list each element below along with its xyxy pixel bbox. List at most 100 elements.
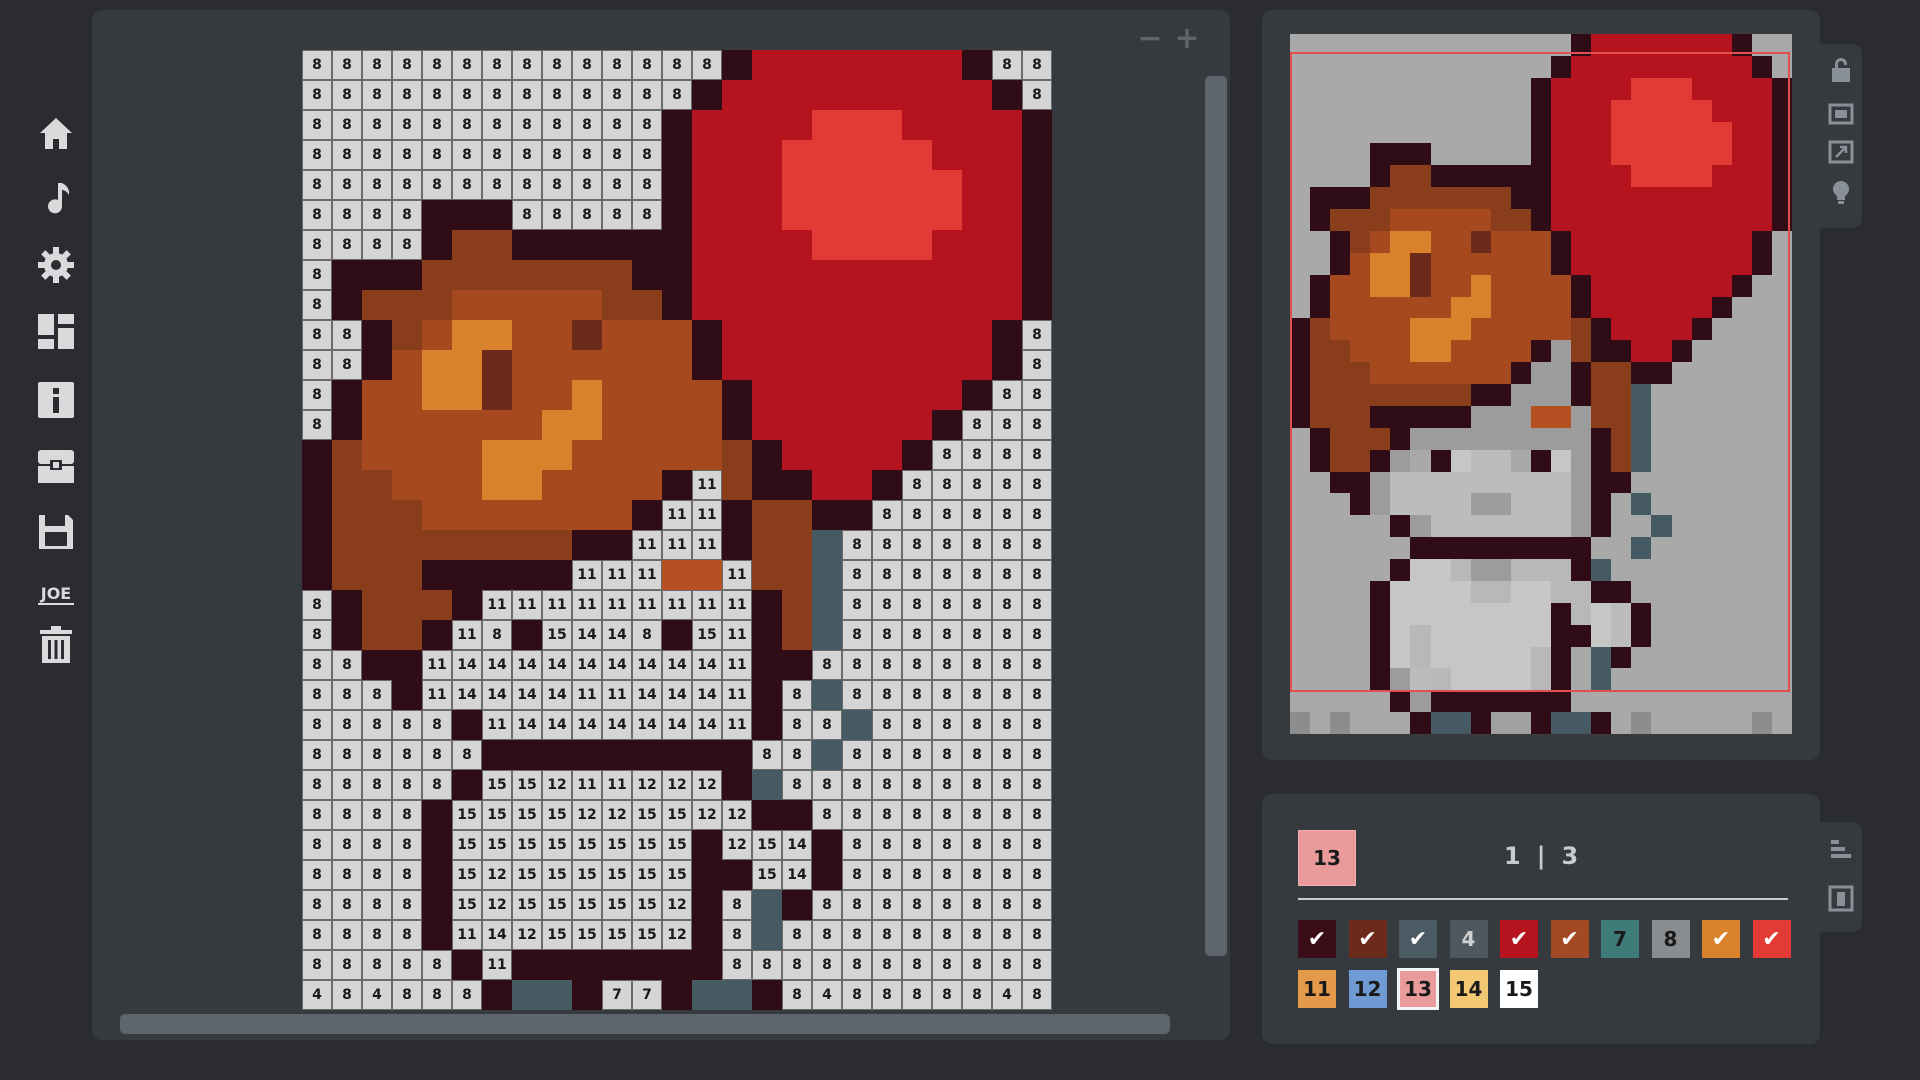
grid-cell[interactable]: 8 — [332, 950, 362, 980]
grid-cell[interactable]: 12 — [572, 800, 602, 830]
grid-cell[interactable] — [602, 740, 632, 770]
grid-cell[interactable]: 11 — [542, 590, 572, 620]
grid-cell[interactable]: 8 — [332, 80, 362, 110]
grid-cell[interactable]: 8 — [962, 740, 992, 770]
grid-cell[interactable]: 8 — [872, 650, 902, 680]
grid-cell[interactable] — [752, 50, 782, 80]
grid-cell[interactable] — [782, 620, 812, 650]
grid-cell[interactable]: 8 — [542, 140, 572, 170]
grid-cell[interactable]: 8 — [1022, 680, 1052, 710]
grid-cell[interactable]: 8 — [662, 80, 692, 110]
grid-cell[interactable]: 8 — [332, 740, 362, 770]
grid-cell[interactable]: 15 — [512, 860, 542, 890]
grid-cell[interactable] — [872, 80, 902, 110]
grid-cell[interactable]: 12 — [602, 800, 632, 830]
grid-cell[interactable]: 8 — [722, 920, 752, 950]
grid-cell[interactable] — [872, 290, 902, 320]
grid-cell[interactable]: 8 — [902, 800, 932, 830]
grid-cell[interactable] — [602, 410, 632, 440]
grid-cell[interactable] — [812, 80, 842, 110]
grid-cell[interactable] — [422, 800, 452, 830]
grid-cell[interactable] — [662, 380, 692, 410]
grid-cell[interactable] — [692, 830, 722, 860]
grid-cell[interactable]: 14 — [482, 650, 512, 680]
grid-cell[interactable] — [452, 410, 482, 440]
grid-cell[interactable]: 7 — [602, 980, 632, 1010]
grid-cell[interactable] — [572, 320, 602, 350]
grid-cell[interactable] — [422, 290, 452, 320]
grid-cell[interactable] — [392, 410, 422, 440]
grid-cell[interactable]: 8 — [572, 200, 602, 230]
grid-cell[interactable]: 8 — [362, 740, 392, 770]
grid-cell[interactable]: 8 — [302, 410, 332, 440]
grid-cell[interactable]: 8 — [992, 440, 1022, 470]
grid-cell[interactable] — [932, 80, 962, 110]
grid-cell[interactable]: 8 — [362, 830, 392, 860]
grid-cell[interactable] — [362, 380, 392, 410]
grid-cell[interactable] — [812, 50, 842, 80]
grid-cell[interactable]: 8 — [902, 920, 932, 950]
grid-cell[interactable] — [542, 320, 572, 350]
grid-cell[interactable]: 8 — [1022, 380, 1052, 410]
grid-cell[interactable] — [782, 650, 812, 680]
grid-cell[interactable] — [662, 320, 692, 350]
grid-cell[interactable]: 8 — [542, 200, 572, 230]
grid-cell[interactable] — [812, 470, 842, 500]
grid-cell[interactable] — [482, 500, 512, 530]
grid-cell[interactable]: 11 — [662, 590, 692, 620]
grid-cell[interactable]: 8 — [332, 860, 362, 890]
grid-cell[interactable]: 8 — [902, 650, 932, 680]
grid-cell[interactable] — [722, 440, 752, 470]
grid-cell[interactable]: 8 — [362, 110, 392, 140]
grid-cell[interactable] — [812, 830, 842, 860]
grid-cell[interactable] — [722, 320, 752, 350]
grid-cell[interactable]: 14 — [602, 650, 632, 680]
grid-cell[interactable]: 8 — [632, 200, 662, 230]
grid-cell[interactable] — [512, 230, 542, 260]
grid-cell[interactable]: 8 — [842, 770, 872, 800]
grid-cell[interactable] — [782, 230, 812, 260]
grid-cell[interactable]: 8 — [992, 770, 1022, 800]
grid-cell[interactable] — [632, 440, 662, 470]
grid-cell[interactable] — [752, 80, 782, 110]
grid-cell[interactable]: 8 — [362, 920, 392, 950]
grid-cell[interactable]: 8 — [302, 80, 332, 110]
grid-cell[interactable]: 8 — [392, 950, 422, 980]
grid-cell[interactable]: 8 — [1022, 740, 1052, 770]
grid-cell[interactable]: 14 — [452, 680, 482, 710]
grid-cell[interactable]: 8 — [332, 830, 362, 860]
grid-cell[interactable]: 11 — [722, 710, 752, 740]
grid-cell[interactable]: 8 — [812, 890, 842, 920]
grid-cell[interactable]: 8 — [872, 860, 902, 890]
grid-cell[interactable]: 8 — [962, 710, 992, 740]
grid-cell[interactable] — [602, 350, 632, 380]
grid-cell[interactable]: 8 — [962, 680, 992, 710]
color-swatch-8[interactable]: 8 — [1651, 920, 1690, 958]
grid-cell[interactable]: 8 — [872, 620, 902, 650]
grid-cell[interactable]: 8 — [932, 620, 962, 650]
grid-cell[interactable] — [992, 320, 1022, 350]
grid-cell[interactable] — [392, 680, 422, 710]
grid-cell[interactable]: 8 — [392, 80, 422, 110]
grid-cell[interactable]: 8 — [512, 110, 542, 140]
grid-cell[interactable] — [1022, 260, 1052, 290]
grid-cell[interactable] — [812, 560, 842, 590]
grid-cell[interactable]: 8 — [932, 440, 962, 470]
grid-cell[interactable]: 8 — [1022, 980, 1052, 1010]
grid-cell[interactable]: 11 — [422, 650, 452, 680]
grid-cell[interactable]: 8 — [392, 800, 422, 830]
grid-cell[interactable] — [512, 320, 542, 350]
grid-cell[interactable] — [992, 230, 1022, 260]
grid-cell[interactable] — [422, 620, 452, 650]
grid-cell[interactable]: 8 — [392, 920, 422, 950]
grid-cell[interactable]: 8 — [992, 890, 1022, 920]
grid-cell[interactable] — [782, 470, 812, 500]
grid-cell[interactable]: 4 — [302, 980, 332, 1010]
grid-cell[interactable] — [752, 380, 782, 410]
grid-cell[interactable]: 8 — [542, 50, 572, 80]
grid-cell[interactable]: 14 — [602, 620, 632, 650]
grid-cell[interactable] — [812, 140, 842, 170]
grid-cell[interactable]: 12 — [692, 770, 722, 800]
grid-cell[interactable]: 8 — [752, 740, 782, 770]
grid-cell[interactable]: 11 — [512, 590, 542, 620]
